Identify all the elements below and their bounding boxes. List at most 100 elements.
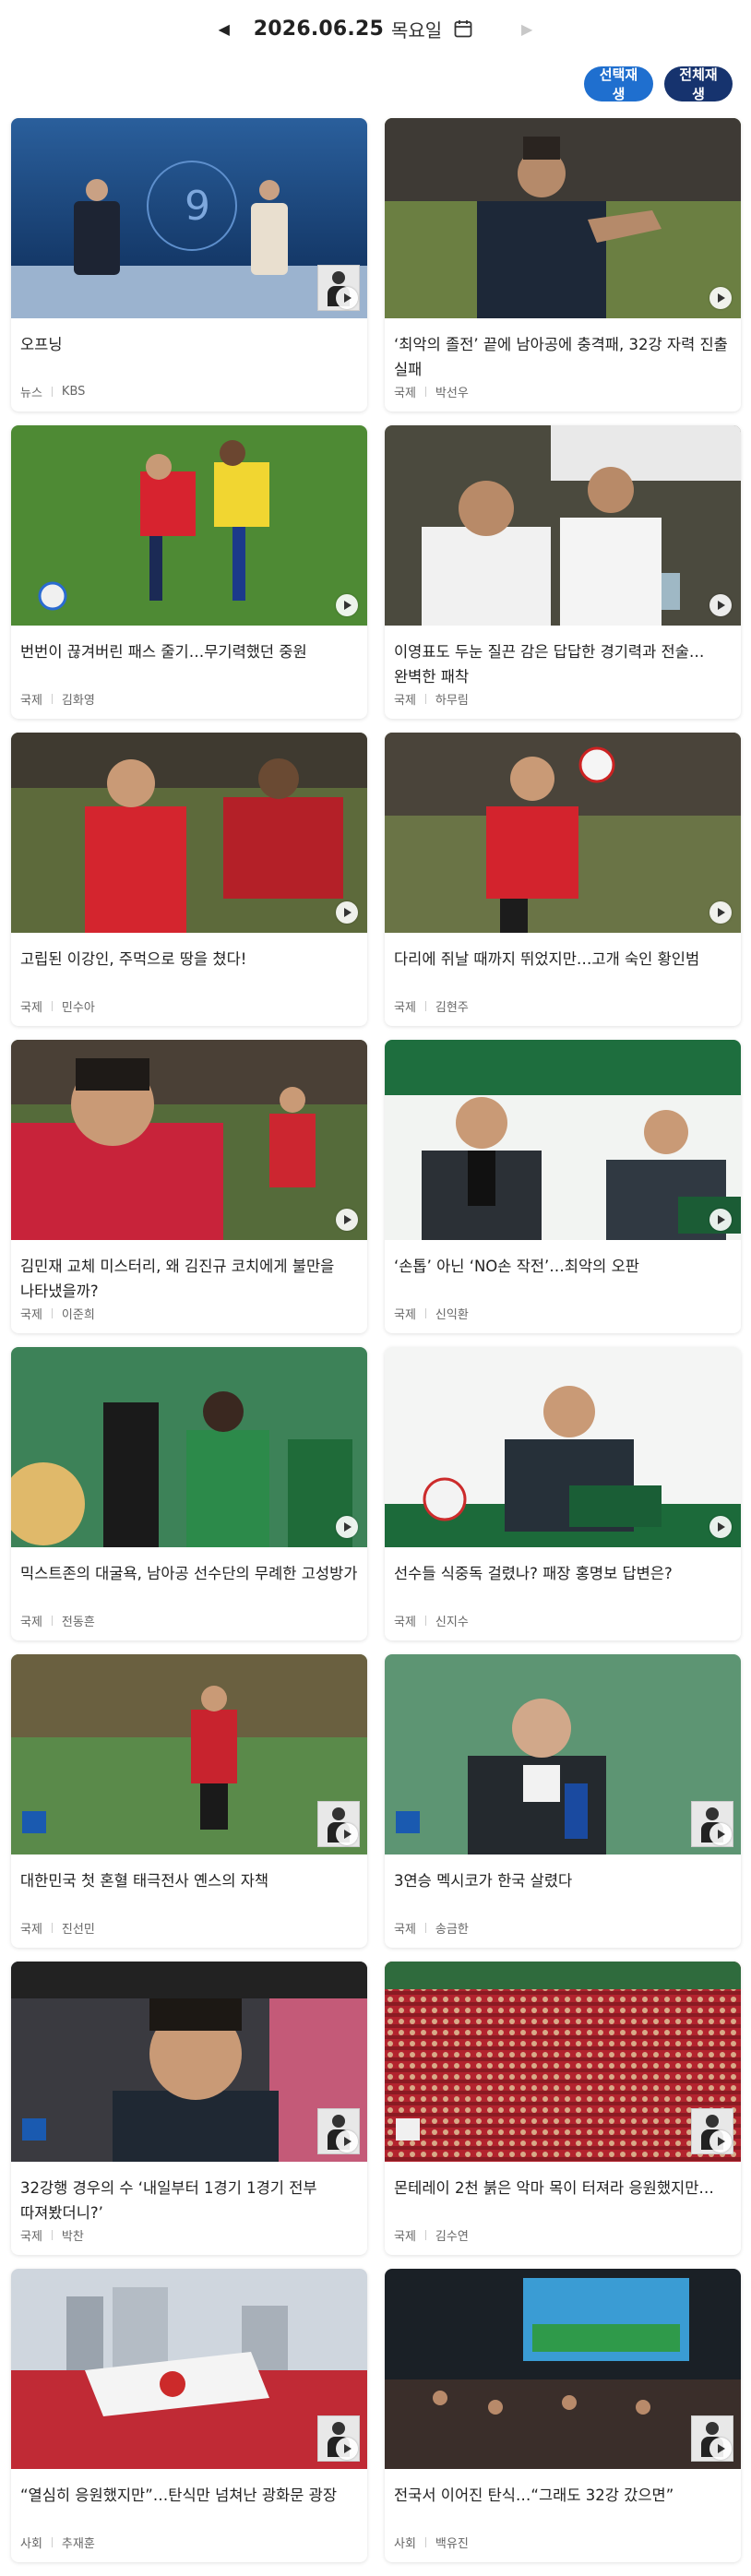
play-icon[interactable] bbox=[709, 1516, 732, 1538]
news-thumbnail[interactable] bbox=[385, 118, 741, 318]
news-title[interactable]: ‘최악의 졸전’ 끝에 남아공에 충격패, 32강 자력 진출 실패 bbox=[394, 332, 732, 382]
news-thumbnail[interactable] bbox=[385, 425, 741, 626]
news-card[interactable]: 믹스트존의 대굴욕, 남아공 선수단의 무례한 고성방가 국제 전동흔 bbox=[11, 1347, 367, 1654]
news-title[interactable]: 고립된 이강인, 주먹으로 땅을 쳤다! bbox=[20, 947, 358, 972]
news-card[interactable]: 대한민국 첫 혼혈 태극전사 옌스의 자책 국제 진선민 bbox=[11, 1654, 367, 1962]
news-title[interactable]: “열심히 응원했지만”…탄식만 넘쳐난 광화문 광장 bbox=[20, 2483, 358, 2508]
news-card[interactable]: 다리에 쥐날 때까지 뛰었지만…고개 숙인 황인범 국제 김현주 bbox=[385, 733, 741, 1040]
news-title[interactable]: 3연승 멕시코가 한국 살렸다 bbox=[394, 1868, 732, 1893]
meta-divider bbox=[51, 694, 53, 704]
news-title[interactable]: 몬테레이 2천 붉은 악마 목이 터져라 응원했지만… bbox=[394, 2176, 732, 2200]
news-thumbnail[interactable] bbox=[385, 1654, 741, 1854]
news-title[interactable]: 선수들 식중독 걸렸나? 패장 홍명보 답변은? bbox=[394, 1561, 732, 1586]
meta-divider bbox=[424, 2230, 426, 2240]
news-reporter: 민수아 bbox=[61, 1001, 95, 1015]
news-title[interactable]: 번번이 끊겨버린 패스 줄기…무기력했던 중원 bbox=[20, 639, 358, 664]
news-reporter: 박선우 bbox=[435, 387, 469, 400]
news-meta: 국제 진선민 bbox=[20, 1919, 95, 1937]
news-meta: 국제 하무림 bbox=[394, 690, 469, 708]
news-title[interactable]: 믹스트존의 대굴욕, 남아공 선수단의 무례한 고성방가 bbox=[20, 1561, 358, 1586]
play-icon[interactable] bbox=[336, 1209, 358, 1231]
news-thumbnail[interactable] bbox=[11, 1040, 367, 1240]
news-card[interactable]: 9 오프닝 뉴스 KBS bbox=[11, 118, 367, 425]
news-title[interactable]: 32강행 경우의 수 ‘내일부터 1경기 1경기 전부 따져봤더니?’ bbox=[20, 2176, 358, 2225]
news-meta: 국제 신익환 bbox=[394, 1305, 469, 1322]
news-card[interactable]: 선수들 식중독 걸렸나? 패장 홍명보 답변은? 국제 신지수 bbox=[385, 1347, 741, 1654]
meta-divider bbox=[51, 1308, 53, 1318]
news-thumbnail[interactable] bbox=[385, 1962, 741, 2162]
news-title[interactable]: 대한민국 첫 혼혈 태극전사 옌스의 자책 bbox=[20, 1868, 358, 1893]
news-reporter: 진선민 bbox=[61, 1923, 95, 1937]
news-thumbnail[interactable]: 9 bbox=[11, 118, 367, 318]
news-card[interactable]: 32강행 경우의 수 ‘내일부터 1경기 1경기 전부 따져봤더니?’ 국제 박… bbox=[11, 1962, 367, 2269]
news-reporter: 신지수 bbox=[435, 1616, 469, 1629]
play-icon[interactable] bbox=[336, 2438, 358, 2460]
play-icon[interactable] bbox=[336, 594, 358, 616]
news-card[interactable]: 번번이 끊겨버린 패스 줄기…무기력했던 중원 국제 김화영 bbox=[11, 425, 367, 733]
prev-day-button[interactable]: ◀ bbox=[208, 20, 241, 38]
play-icon[interactable] bbox=[709, 901, 732, 924]
play-icon[interactable] bbox=[336, 1823, 358, 1845]
news-card[interactable]: 고립된 이강인, 주먹으로 땅을 쳤다! 국제 민수아 bbox=[11, 733, 367, 1040]
meta-divider bbox=[424, 2537, 426, 2547]
news-title[interactable]: ‘손톱’ 아닌 ‘NO손 작전’…최악의 오판 bbox=[394, 1254, 732, 1279]
news-category: 사회 bbox=[394, 2537, 416, 2551]
news-title[interactable]: 이영표도 두눈 질끈 감은 답답한 경기력과 전술…완벽한 패착 bbox=[394, 639, 732, 689]
news-meta: 국제 민수아 bbox=[20, 997, 95, 1015]
play-icon[interactable] bbox=[709, 1823, 732, 1845]
news-thumbnail[interactable] bbox=[11, 1962, 367, 2162]
news-category: 국제 bbox=[394, 387, 416, 400]
play-icon[interactable] bbox=[709, 287, 732, 309]
news-category: 국제 bbox=[20, 1923, 42, 1937]
news-title[interactable]: 김민재 교체 미스터리, 왜 김진규 코치에게 불만을 나타냈을까? bbox=[20, 1254, 358, 1304]
news-meta: 사회 백유진 bbox=[394, 2534, 469, 2551]
news-thumbnail[interactable] bbox=[11, 733, 367, 933]
news-thumbnail[interactable] bbox=[385, 733, 741, 933]
news-card[interactable]: ‘손톱’ 아닌 ‘NO손 작전’…최악의 오판 국제 신익환 bbox=[385, 1040, 741, 1347]
next-day-button[interactable]: ▶ bbox=[510, 20, 543, 38]
news-title[interactable]: 오프닝 bbox=[20, 332, 358, 357]
news-thumbnail[interactable] bbox=[385, 1040, 741, 1240]
meta-divider bbox=[424, 1616, 426, 1626]
news-card[interactable]: 3연승 멕시코가 한국 살렸다 국제 송금한 bbox=[385, 1654, 741, 1962]
meta-divider bbox=[51, 2537, 53, 2547]
news-category: 국제 bbox=[394, 1308, 416, 1322]
play-icon[interactable] bbox=[336, 287, 358, 309]
news-card[interactable]: ‘최악의 졸전’ 끝에 남아공에 충격패, 32강 자력 진출 실패 국제 박선… bbox=[385, 118, 741, 425]
news-reporter: KBS bbox=[61, 385, 86, 399]
meta-divider bbox=[424, 1923, 426, 1933]
news-reporter: 김현주 bbox=[435, 1001, 469, 1015]
play-all-button[interactable]: 전체재생 bbox=[664, 66, 733, 102]
news-card[interactable]: 몬테레이 2천 붉은 악마 목이 터져라 응원했지만… 국제 김수연 bbox=[385, 1962, 741, 2269]
news-meta: 국제 김수연 bbox=[394, 2226, 469, 2244]
news-card[interactable]: 전국서 이어진 탄식…“그래도 32강 갔으면” 사회 백유진 bbox=[385, 2269, 741, 2576]
news-thumbnail[interactable] bbox=[11, 2269, 367, 2469]
news-meta: 국제 신지수 bbox=[394, 1612, 469, 1629]
news-meta: 국제 송금한 bbox=[394, 1919, 469, 1937]
news-meta: 뉴스 KBS bbox=[20, 383, 85, 400]
play-icon[interactable] bbox=[709, 2438, 732, 2460]
news-meta: 국제 박선우 bbox=[394, 383, 469, 400]
play-icon[interactable] bbox=[709, 1209, 732, 1231]
meta-divider bbox=[51, 2230, 53, 2240]
news-category: 사회 bbox=[20, 2537, 42, 2551]
news-card[interactable]: 이영표도 두눈 질끈 감은 답답한 경기력과 전술…완벽한 패착 국제 하무림 bbox=[385, 425, 741, 733]
news-thumbnail[interactable] bbox=[385, 1347, 741, 1547]
news-title[interactable]: 전국서 이어진 탄식…“그래도 32강 갔으면” bbox=[394, 2483, 732, 2508]
news-meta: 국제 전동흔 bbox=[20, 1612, 95, 1629]
play-icon[interactable] bbox=[709, 2130, 732, 2153]
news-title[interactable]: 다리에 쥐날 때까지 뛰었지만…고개 숙인 황인범 bbox=[394, 947, 732, 972]
play-icon[interactable] bbox=[709, 594, 732, 616]
news-category: 국제 bbox=[20, 1308, 42, 1322]
news-thumbnail[interactable] bbox=[11, 425, 367, 626]
news-thumbnail[interactable] bbox=[11, 1654, 367, 1854]
news-card[interactable]: “열심히 응원했지만”…탄식만 넘쳐난 광화문 광장 사회 추재훈 bbox=[11, 2269, 367, 2576]
play-icon[interactable] bbox=[336, 901, 358, 924]
select-play-button[interactable]: 선택재생 bbox=[584, 66, 653, 102]
news-thumbnail[interactable] bbox=[385, 2269, 741, 2469]
play-icon[interactable] bbox=[336, 2130, 358, 2153]
calendar-icon[interactable] bbox=[453, 18, 473, 39]
news-card[interactable]: 김민재 교체 미스터리, 왜 김진규 코치에게 불만을 나타냈을까? 국제 이준… bbox=[11, 1040, 367, 1347]
play-icon[interactable] bbox=[336, 1516, 358, 1538]
news-thumbnail[interactable] bbox=[11, 1347, 367, 1547]
